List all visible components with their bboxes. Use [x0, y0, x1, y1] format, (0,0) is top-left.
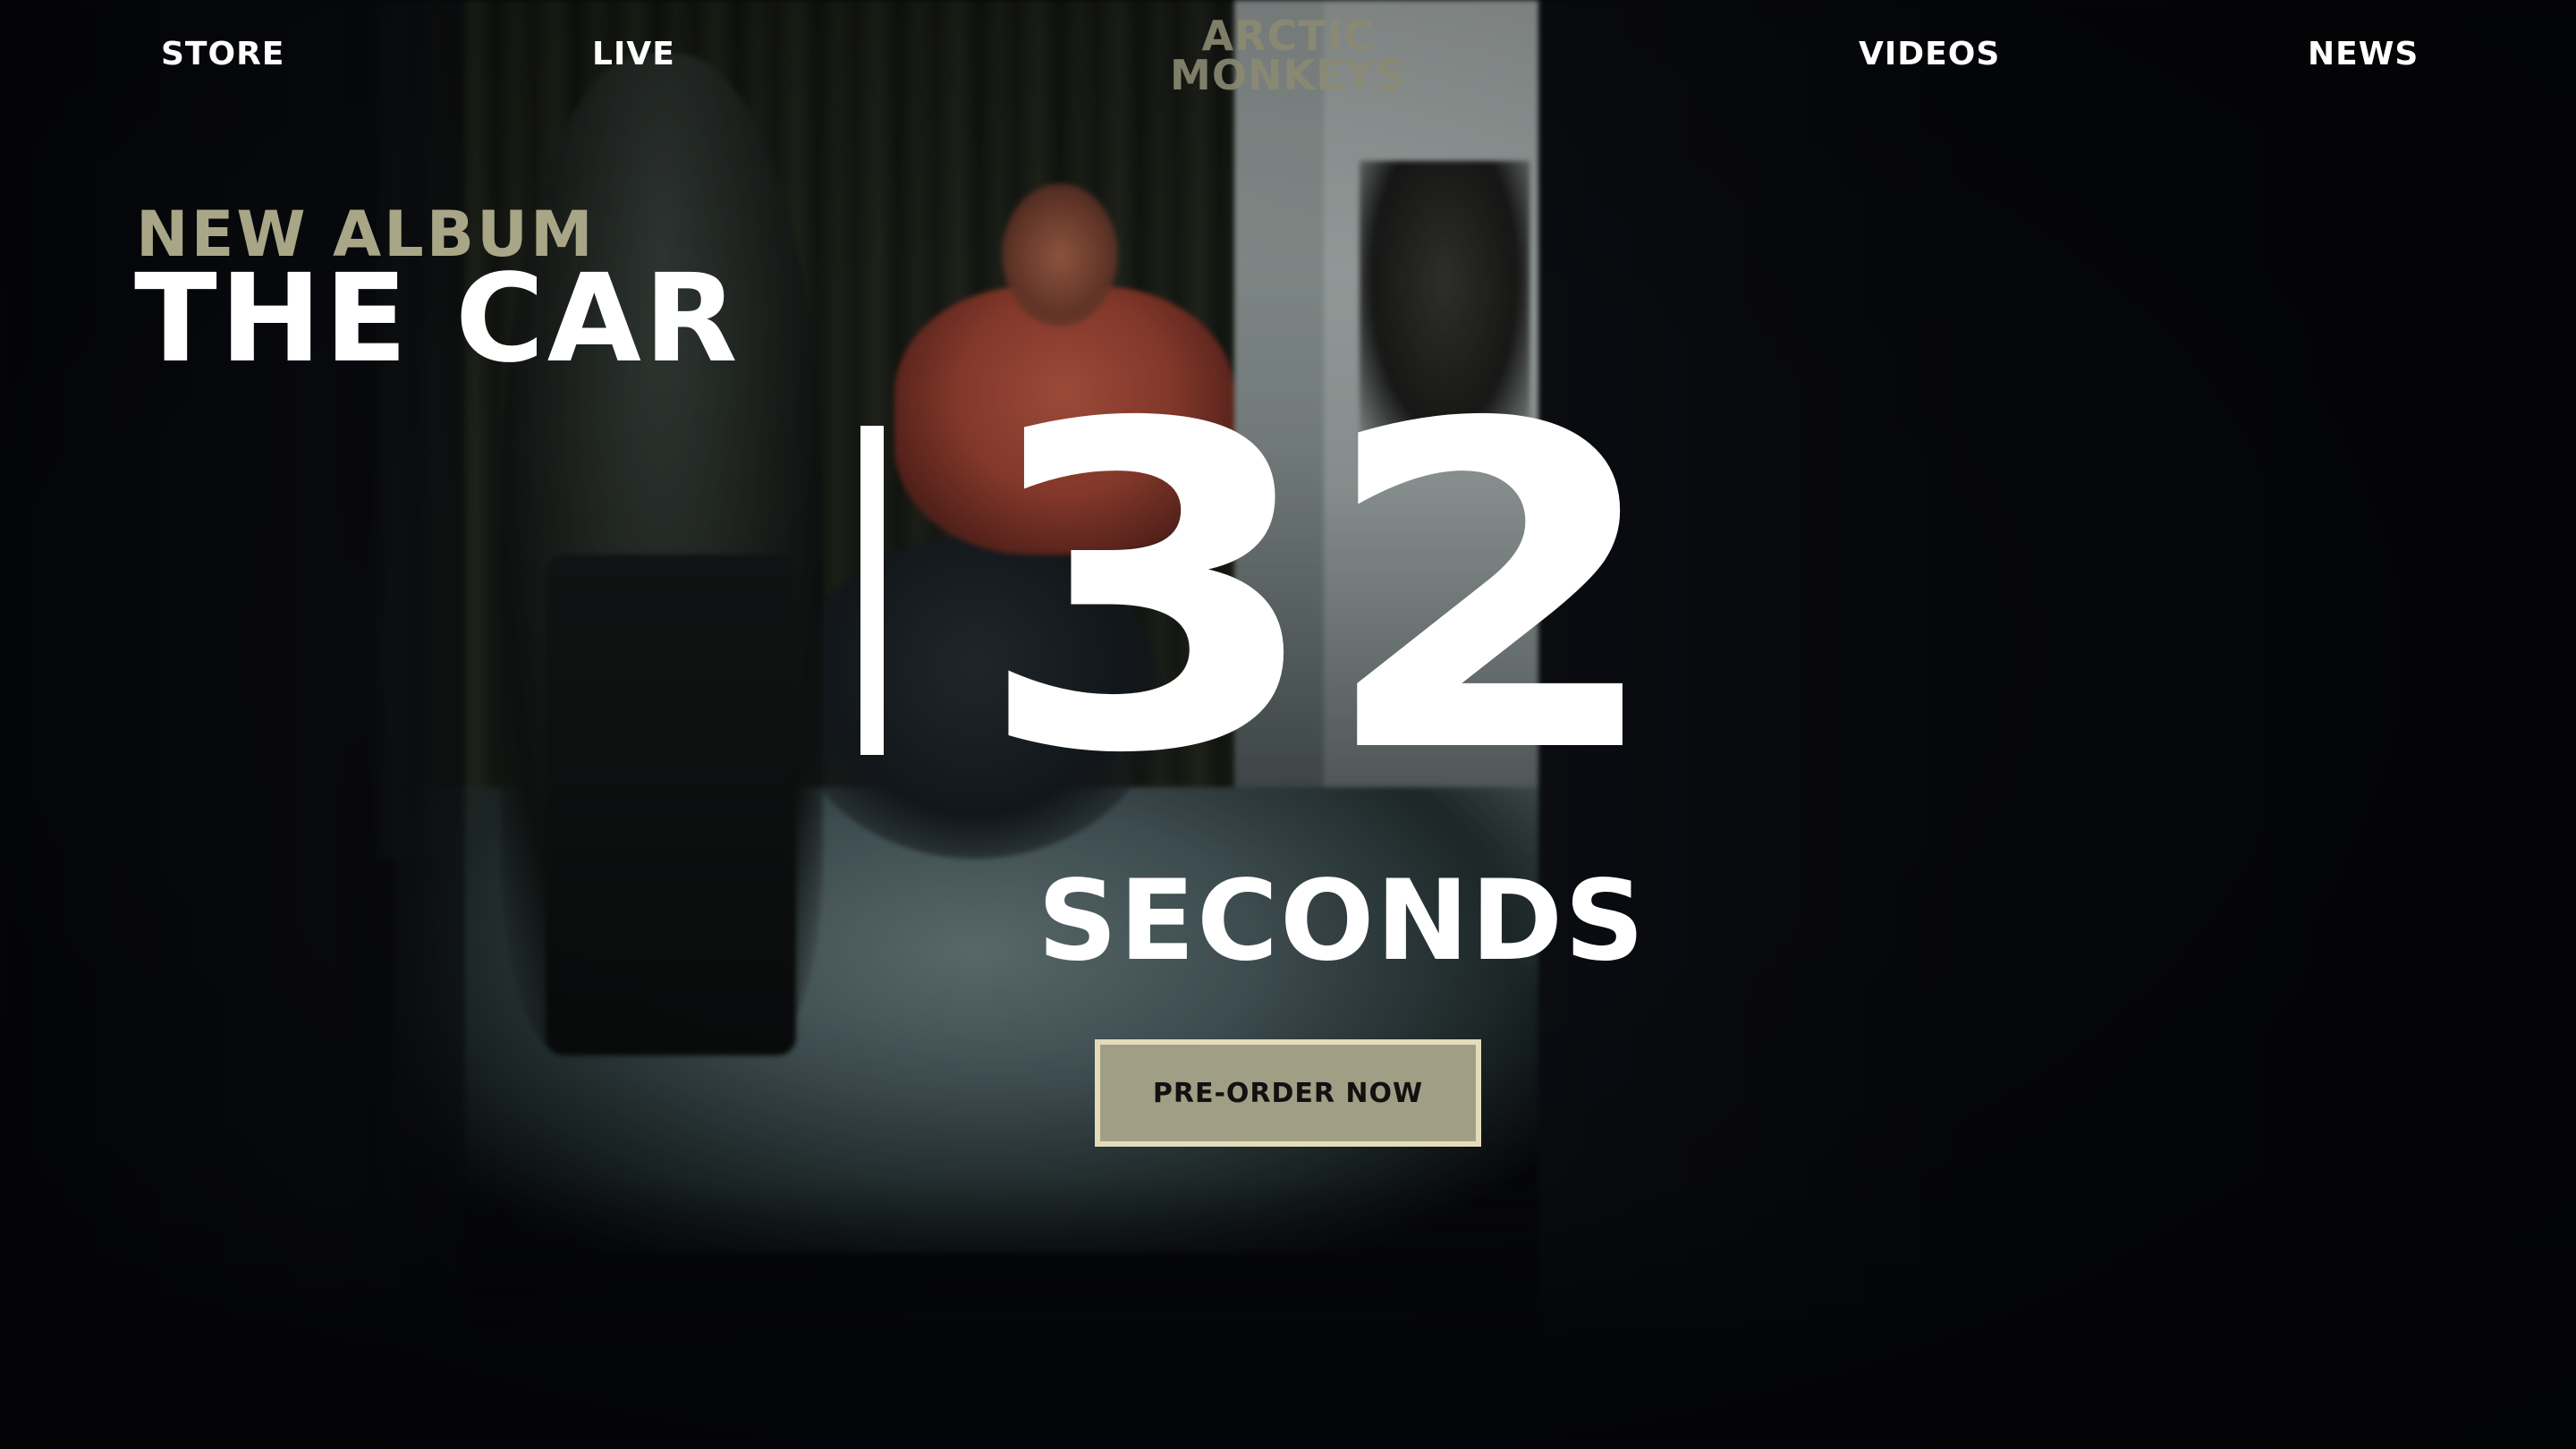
countdown-divider	[860, 426, 884, 755]
nav-live-link[interactable]: LIVE	[592, 36, 675, 72]
countdown-unit: SECONDS	[1038, 857, 1647, 986]
nav-news-link[interactable]: NEWS	[2308, 36, 2419, 72]
countdown-value: 32	[975, 330, 1666, 851]
nav-videos-link[interactable]: VIDEOS	[1859, 36, 2000, 72]
pre-order-button[interactable]: PRE-ORDER NOW	[1095, 1039, 1481, 1147]
page: STORE LIVE ARCTIC MONKEYS VIDEOS NEWS NE…	[0, 0, 2576, 1449]
logo-line-1: ARCTIC	[1201, 12, 1375, 60]
logo-line-2: MONKEYS	[1170, 51, 1406, 99]
band-logo[interactable]: ARCTIC MONKEYS	[1145, 12, 1431, 99]
nav-store-link[interactable]: STORE	[161, 36, 284, 72]
album-title: THE CAR	[134, 249, 741, 390]
